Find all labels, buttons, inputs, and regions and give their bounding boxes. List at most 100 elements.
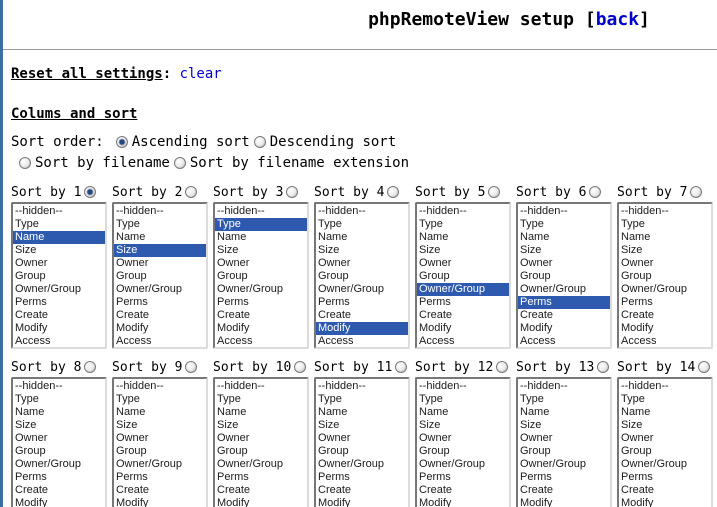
listbox-option[interactable]: Create — [316, 309, 408, 322]
listbox-option[interactable]: Modify — [518, 497, 610, 507]
sort-column-radio[interactable] — [185, 361, 197, 373]
listbox-option[interactable]: Name — [13, 231, 105, 244]
filename-sort-radio[interactable] — [19, 157, 31, 169]
listbox-option[interactable]: Owner/Group — [316, 283, 408, 296]
listbox-option[interactable]: --hidden-- — [13, 205, 105, 218]
sort-column-radio[interactable] — [387, 186, 399, 198]
sort-column-listbox[interactable]: --hidden--TypeNameSizeOwnerGroupOwner/Gr… — [516, 377, 612, 507]
listbox-option[interactable]: Name — [417, 231, 509, 244]
sort-column-listbox[interactable]: --hidden--TypeNameSizeOwnerGroupOwner/Gr… — [617, 202, 713, 349]
listbox-option[interactable]: Perms — [417, 296, 509, 309]
sort-column-listbox[interactable]: --hidden--TypeNameSizeOwnerGroupOwner/Gr… — [213, 377, 309, 507]
listbox-option[interactable]: Owner — [316, 257, 408, 270]
listbox-option[interactable]: Access — [13, 335, 105, 348]
listbox-option[interactable]: Owner/Group — [215, 458, 307, 471]
listbox-option[interactable]: Type — [13, 218, 105, 231]
listbox-option[interactable]: --hidden-- — [518, 205, 610, 218]
listbox-option[interactable]: Type — [114, 218, 206, 231]
sort-column-radio[interactable] — [286, 186, 298, 198]
listbox-option[interactable]: Modify — [417, 322, 509, 335]
sort-order-radio[interactable] — [254, 136, 266, 148]
listbox-option[interactable]: Group — [417, 270, 509, 283]
listbox-option[interactable]: --hidden-- — [316, 205, 408, 218]
listbox-option[interactable]: Access — [316, 335, 408, 348]
listbox-option[interactable]: Owner/Group — [518, 458, 610, 471]
listbox-option[interactable]: --hidden-- — [215, 205, 307, 218]
listbox-option[interactable]: Owner — [114, 432, 206, 445]
listbox-option[interactable]: Modify — [518, 322, 610, 335]
listbox-option[interactable]: Owner/Group — [518, 283, 610, 296]
sort-order-radio[interactable] — [116, 136, 128, 148]
listbox-option[interactable]: Create — [518, 309, 610, 322]
listbox-option[interactable]: Perms — [417, 471, 509, 484]
listbox-option[interactable]: Type — [215, 393, 307, 406]
listbox-option[interactable]: Size — [114, 244, 206, 257]
listbox-option[interactable]: Size — [215, 244, 307, 257]
sort-column-radio[interactable] — [84, 361, 96, 373]
listbox-option[interactable]: Name — [316, 231, 408, 244]
listbox-option[interactable]: Owner — [518, 257, 610, 270]
listbox-option[interactable]: Type — [316, 218, 408, 231]
listbox-option[interactable]: Perms — [518, 471, 610, 484]
listbox-option[interactable]: --hidden-- — [13, 380, 105, 393]
listbox-option[interactable]: Name — [518, 231, 610, 244]
listbox-option[interactable]: Create — [114, 309, 206, 322]
listbox-option[interactable]: Modify — [316, 497, 408, 507]
listbox-option[interactable]: Owner/Group — [13, 283, 105, 296]
listbox-option[interactable]: Owner — [114, 257, 206, 270]
listbox-option[interactable]: Owner/Group — [619, 283, 711, 296]
sort-column-radio[interactable] — [185, 186, 197, 198]
listbox-option[interactable]: Group — [518, 445, 610, 458]
listbox-option[interactable]: --hidden-- — [417, 380, 509, 393]
listbox-option[interactable]: --hidden-- — [417, 205, 509, 218]
sort-column-radio[interactable] — [84, 186, 96, 198]
listbox-option[interactable]: Perms — [215, 471, 307, 484]
sort-column-radio[interactable] — [698, 361, 710, 373]
sort-column-radio[interactable] — [294, 361, 306, 373]
listbox-option[interactable]: Group — [619, 445, 711, 458]
listbox-option[interactable]: Size — [619, 244, 711, 257]
listbox-option[interactable]: Create — [619, 309, 711, 322]
listbox-option[interactable]: Size — [417, 244, 509, 257]
listbox-option[interactable]: Create — [417, 484, 509, 497]
listbox-option[interactable]: Perms — [215, 296, 307, 309]
listbox-option[interactable]: Size — [518, 244, 610, 257]
listbox-option[interactable]: --hidden-- — [619, 205, 711, 218]
listbox-option[interactable]: Group — [215, 445, 307, 458]
listbox-option[interactable]: Type — [619, 393, 711, 406]
listbox-option[interactable]: --hidden-- — [619, 380, 711, 393]
listbox-option[interactable]: Name — [215, 231, 307, 244]
listbox-option[interactable]: Perms — [316, 471, 408, 484]
listbox-option[interactable]: Type — [417, 393, 509, 406]
listbox-option[interactable]: Group — [316, 445, 408, 458]
listbox-option[interactable]: Owner — [316, 432, 408, 445]
listbox-option[interactable]: Create — [215, 309, 307, 322]
listbox-option[interactable]: Name — [417, 406, 509, 419]
listbox-option[interactable]: Owner — [619, 432, 711, 445]
listbox-option[interactable]: Modify — [114, 322, 206, 335]
listbox-option[interactable]: Type — [518, 393, 610, 406]
listbox-option[interactable]: Perms — [13, 471, 105, 484]
sort-column-radio[interactable] — [395, 361, 407, 373]
listbox-option[interactable]: Group — [417, 445, 509, 458]
listbox-option[interactable]: Perms — [114, 471, 206, 484]
listbox-option[interactable]: Modify — [417, 497, 509, 507]
sort-column-radio[interactable] — [690, 186, 702, 198]
listbox-option[interactable]: Modify — [215, 497, 307, 507]
sort-column-listbox[interactable]: --hidden--TypeNameSizeOwnerGroupOwner/Gr… — [11, 202, 107, 349]
listbox-option[interactable]: Owner — [518, 432, 610, 445]
back-link[interactable]: back — [596, 9, 639, 30]
sort-column-radio[interactable] — [496, 361, 508, 373]
listbox-option[interactable]: Owner — [619, 257, 711, 270]
listbox-option[interactable]: Name — [215, 406, 307, 419]
listbox-option[interactable]: Modify — [619, 322, 711, 335]
listbox-option[interactable]: Owner/Group — [417, 458, 509, 471]
listbox-option[interactable]: Create — [417, 309, 509, 322]
listbox-option[interactable]: Owner — [215, 257, 307, 270]
listbox-option[interactable]: Perms — [518, 296, 610, 309]
listbox-option[interactable]: Name — [619, 231, 711, 244]
listbox-option[interactable]: Modify — [619, 497, 711, 507]
listbox-option[interactable]: Access — [417, 335, 509, 348]
listbox-option[interactable]: Create — [215, 484, 307, 497]
listbox-option[interactable]: Owner/Group — [316, 458, 408, 471]
